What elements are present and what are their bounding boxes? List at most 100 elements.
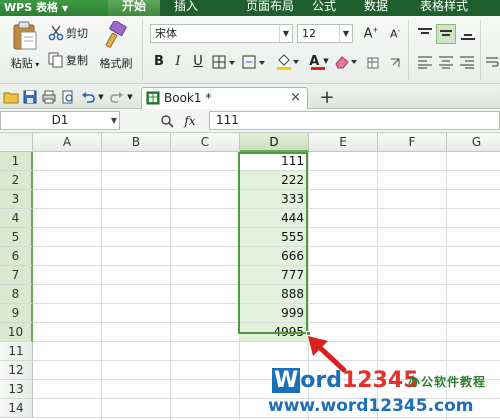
cell-d8[interactable]: 888 <box>240 285 309 304</box>
row-header-1[interactable]: 1 <box>0 152 33 171</box>
select-all-corner[interactable] <box>0 133 33 152</box>
save-button[interactable] <box>22 89 38 105</box>
open-folder-button[interactable] <box>3 89 19 105</box>
align-left-icon <box>418 56 432 69</box>
borders-button[interactable] <box>212 54 238 70</box>
align-center-button[interactable] <box>437 54 455 70</box>
align-bottom-icon <box>461 34 475 40</box>
column-header-e[interactable]: E <box>309 133 378 152</box>
align-left-button[interactable] <box>416 54 434 70</box>
row-header-7[interactable]: 7 <box>0 266 33 285</box>
new-tab-button[interactable]: + <box>316 87 338 108</box>
format-cells-button[interactable] <box>366 56 380 70</box>
tab-insert[interactable]: 插入 <box>160 0 212 16</box>
cell-d7[interactable]: 777 <box>240 266 309 285</box>
undo-dropdown[interactable]: ▼ <box>96 89 106 105</box>
tab-data[interactable]: 数据 <box>350 0 402 16</box>
print-button[interactable] <box>41 89 57 105</box>
font-size-select[interactable]: 12 ▼ <box>297 24 353 43</box>
cell-d5[interactable]: 555 <box>240 228 309 247</box>
row-header-9[interactable]: 9 <box>0 304 33 323</box>
tab-table-style[interactable]: 表格样式 <box>408 0 480 16</box>
cell-d9[interactable]: 999 <box>240 304 309 323</box>
tab-formulas[interactable]: 公式 <box>296 0 352 16</box>
paintbrush-icon <box>105 21 127 48</box>
cell-d1[interactable]: 111 <box>240 152 309 171</box>
insert-function-button[interactable]: fx <box>180 111 200 130</box>
cell-d2[interactable]: 222 <box>240 171 309 190</box>
redo-icon <box>110 92 123 103</box>
copy-button[interactable]: 复制 <box>48 52 88 68</box>
cell-d10[interactable]: 4995 <box>240 323 309 342</box>
format-painter-label: 格式刷 <box>99 57 133 70</box>
column-header-f[interactable]: F <box>378 133 447 152</box>
cell-d6[interactable]: 666 <box>240 247 309 266</box>
align-right-button[interactable] <box>458 54 476 70</box>
paste-button[interactable]: 粘贴 ▾ <box>4 21 46 71</box>
merge-cells-button[interactable] <box>242 54 268 70</box>
align-top-button[interactable] <box>416 25 434 43</box>
row-header-6[interactable]: 6 <box>0 247 33 266</box>
align-bottom-button[interactable] <box>459 25 477 43</box>
font-color-swatch <box>311 67 325 70</box>
row-header-5[interactable]: 5 <box>0 228 33 247</box>
row-header-3[interactable]: 3 <box>0 190 33 209</box>
grid-line <box>33 360 500 361</box>
document-tab-title: Book1 * <box>164 91 212 105</box>
row-header-10[interactable]: 10 <box>0 323 33 342</box>
italic-button[interactable]: I <box>171 53 185 71</box>
ribbon: 粘贴 ▾ 剪切 复制 格式刷 宋体 ▼ 12 ▼ A+ A- B I U A ▼ <box>0 16 500 84</box>
ribbon-divider <box>142 20 143 80</box>
undo-button[interactable] <box>80 89 96 105</box>
watermark-logo-w: W <box>272 368 301 393</box>
column-header-d[interactable]: D <box>240 133 309 152</box>
cell-d3[interactable]: 333 <box>240 190 309 209</box>
increase-font-size-button[interactable]: A+ <box>362 25 380 43</box>
row-header-11[interactable]: 11 <box>0 342 33 361</box>
app-menu-button[interactable]: WPS 表格 ▼ <box>0 0 108 16</box>
print-preview-icon <box>62 90 73 104</box>
row-header-13[interactable]: 13 <box>0 380 33 399</box>
format-painter-button[interactable]: 格式刷 <box>96 21 136 71</box>
cut-button[interactable]: 剪切 <box>48 25 88 41</box>
column-header-c[interactable]: C <box>171 133 240 152</box>
redo-button[interactable] <box>109 89 125 105</box>
close-tab-icon[interactable]: × <box>290 88 301 108</box>
grid-line <box>33 417 500 418</box>
redo-dropdown[interactable]: ▼ <box>125 89 135 105</box>
fill-color-button[interactable] <box>276 54 302 70</box>
decrease-font-size-button[interactable]: A- <box>386 25 404 43</box>
underline-button[interactable]: U <box>191 53 205 71</box>
print-preview-button[interactable] <box>60 89 76 105</box>
paste-label: 粘贴 <box>10 57 33 70</box>
font-color-button[interactable]: A ▼ <box>305 52 331 70</box>
wrap-text-button[interactable] <box>484 54 500 70</box>
font-dialog-launcher[interactable] <box>388 56 402 70</box>
app-name: WPS 表格 <box>4 1 58 14</box>
name-box[interactable]: D1 ▼ <box>0 111 120 130</box>
formula-bar: D1 ▼ fx 111 <box>0 109 500 133</box>
chevron-down-icon: ▼ <box>339 25 352 42</box>
column-header-a[interactable]: A <box>33 133 102 152</box>
align-middle-button[interactable] <box>436 24 456 44</box>
row-header-4[interactable]: 4 <box>0 209 33 228</box>
row-header-12[interactable]: 12 <box>0 361 33 380</box>
column-header-b[interactable]: B <box>102 133 171 152</box>
formula-input[interactable]: 111 <box>209 111 500 130</box>
bold-button[interactable]: B <box>151 53 167 71</box>
row-header-8[interactable]: 8 <box>0 285 33 304</box>
find-function-button[interactable] <box>158 112 176 130</box>
ribbon-divider <box>480 20 481 80</box>
tab-home[interactable]: 开始 <box>108 0 160 16</box>
chevron-down-icon: ▼ <box>127 93 133 101</box>
row-header-2[interactable]: 2 <box>0 171 33 190</box>
font-name-select[interactable]: 宋体 ▼ <box>150 24 293 43</box>
column-header-g[interactable]: G <box>447 133 500 152</box>
cell-d4[interactable]: 444 <box>240 209 309 228</box>
chevron-down-icon: ▼ <box>98 93 104 101</box>
row-header-14[interactable]: 14 <box>0 399 33 418</box>
format-cells-icon <box>367 57 379 69</box>
clear-format-button[interactable] <box>334 54 360 70</box>
align-right-icon <box>460 56 474 69</box>
document-tab[interactable]: Book1 * × <box>141 87 308 109</box>
